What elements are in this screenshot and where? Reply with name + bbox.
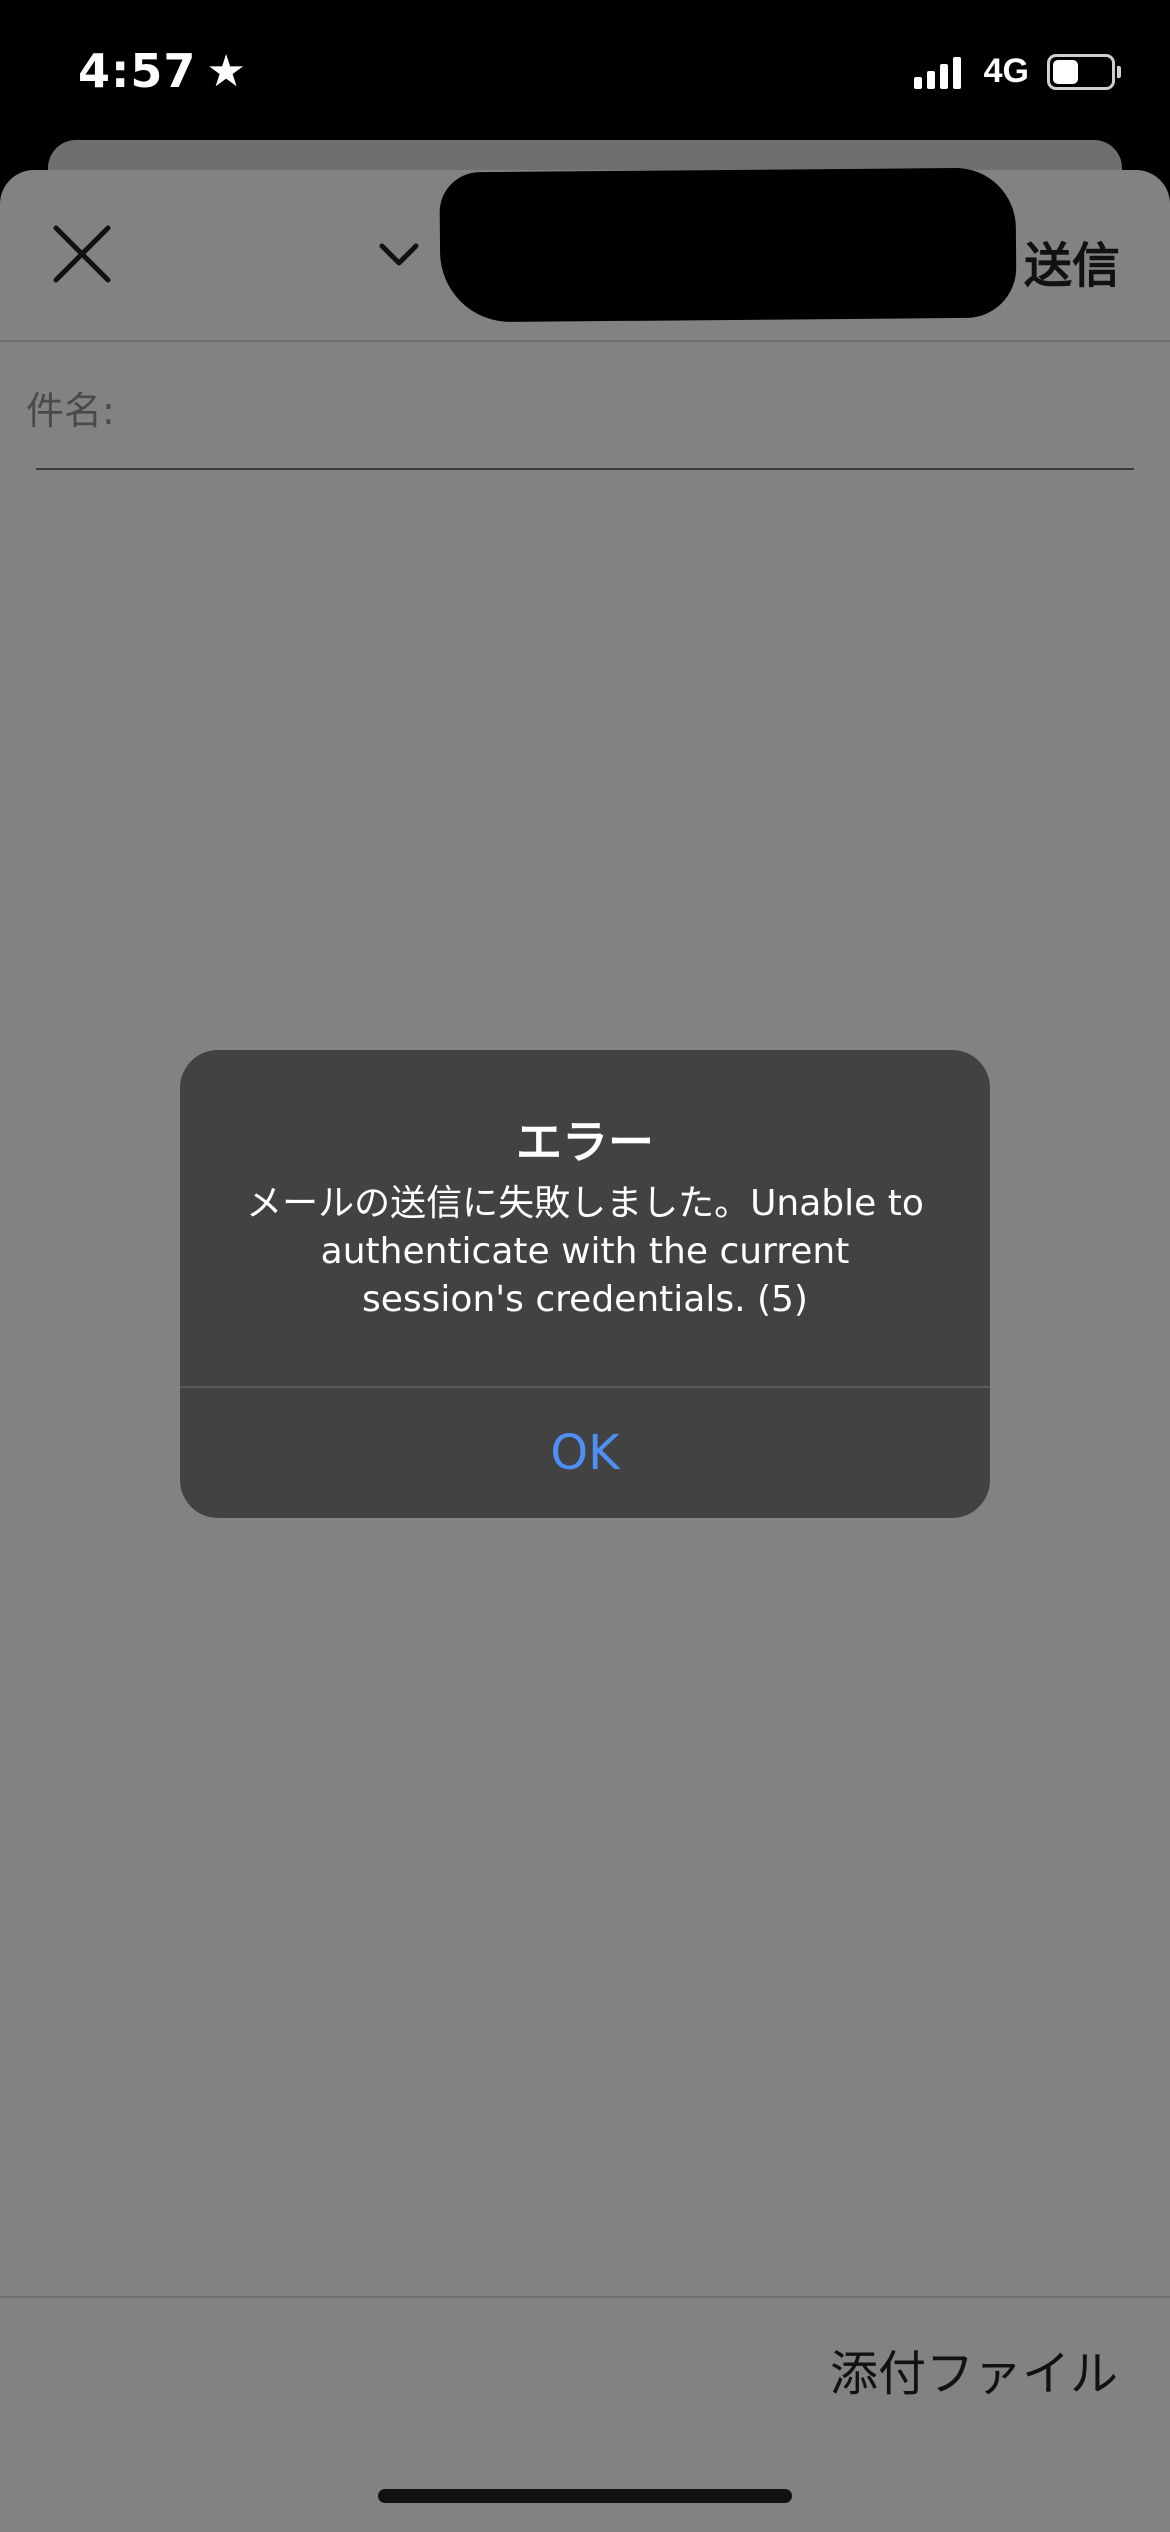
cellular-signal-icon (913, 55, 966, 89)
close-icon (53, 225, 111, 283)
status-indicators: 4G (913, 52, 1121, 91)
redacted-region (439, 167, 1017, 323)
compose-header: 送信 (0, 167, 1170, 342)
subject-field[interactable]: 件名: (26, 340, 1134, 470)
attach-file-button[interactable]: 添付ファイル (830, 2334, 1118, 2404)
home-indicator[interactable] (378, 2489, 792, 2503)
close-button[interactable] (50, 222, 114, 286)
star-icon: ★ (206, 45, 247, 97)
from-account-dropdown[interactable] (374, 240, 424, 270)
battery-fill (1053, 59, 1078, 84)
battery-icon (1047, 53, 1121, 90)
chevron-down-icon (379, 243, 419, 266)
screen: 4:57 ★ 4G 送信 件名: 添付ファイル エラー メールの送信に失敗しまし… (0, 0, 1170, 2532)
status-time: 4:57 ★ (78, 44, 247, 98)
status-time-text: 4:57 (78, 44, 197, 98)
alert-title: エラー (516, 1115, 654, 1169)
ok-button[interactable]: OK (180, 1388, 990, 1518)
battery-nub (1117, 65, 1121, 78)
alert-message: メールの送信に失敗しました。Unable to authenticate wit… (246, 1183, 924, 1320)
send-button[interactable]: 送信 (1024, 226, 1120, 296)
error-alert: エラー メールの送信に失敗しました。Unable to authenticate… (180, 1050, 990, 1518)
status-bar: 4:57 ★ 4G (0, 0, 1170, 140)
subject-label: 件名: (26, 389, 115, 433)
network-type: 4G (983, 52, 1029, 90)
